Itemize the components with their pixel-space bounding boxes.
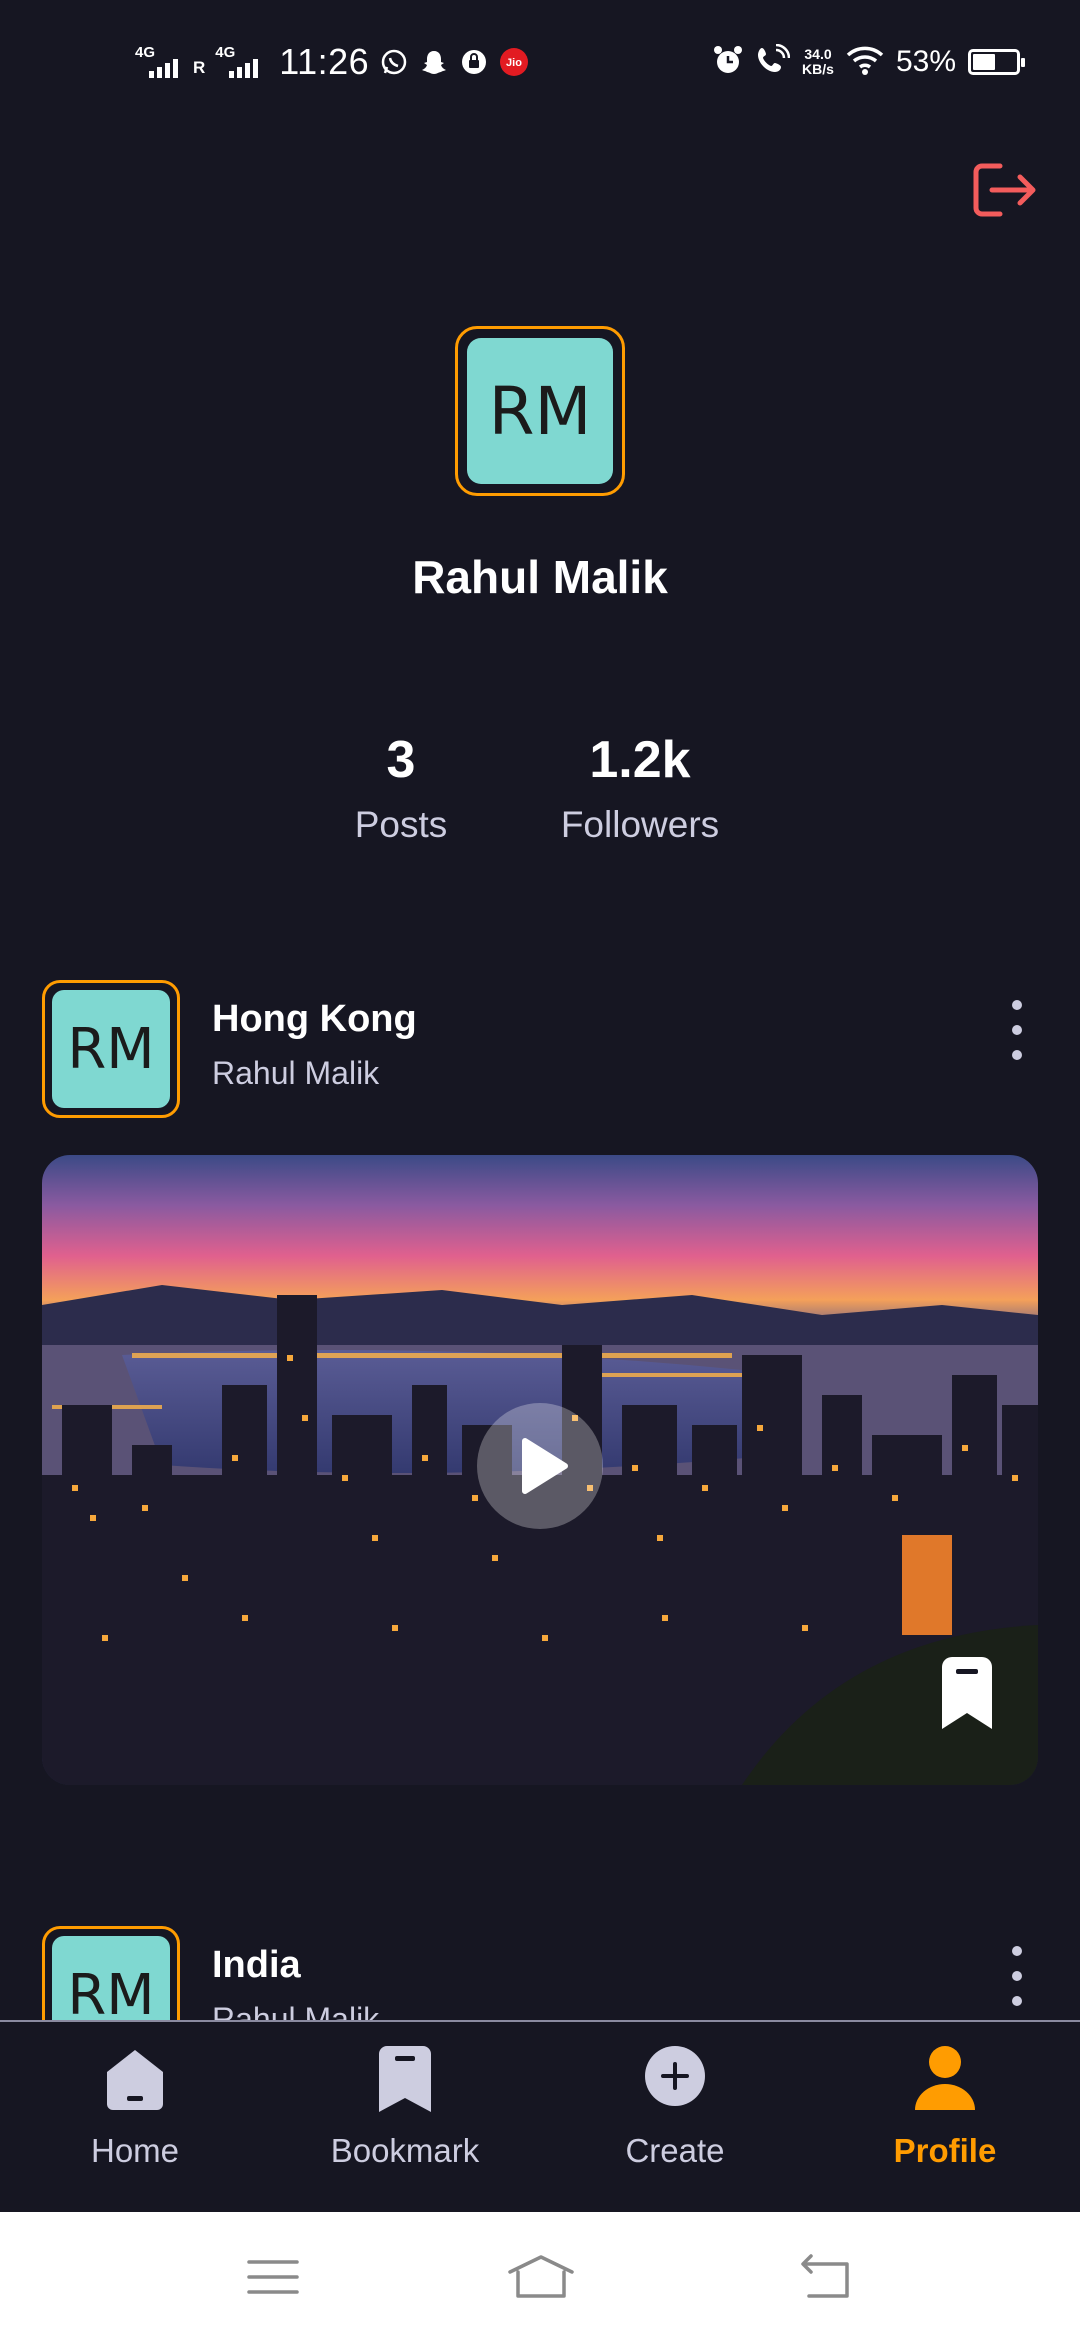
recent-apps-button[interactable] <box>243 2252 303 2302</box>
alarm-icon <box>712 44 744 81</box>
play-button[interactable] <box>477 1403 603 1529</box>
play-icon <box>522 1438 568 1494</box>
plus-icon <box>645 2046 705 2106</box>
more-dot-icon <box>1012 1050 1022 1060</box>
tab-profile-label: Profile <box>893 2132 997 2169</box>
more-dot-icon <box>1012 1946 1022 1956</box>
tab-home[interactable]: Home <box>0 2022 270 2214</box>
cellular-signal-2: 4G <box>215 44 263 80</box>
more-options-button[interactable] <box>1002 1000 1032 1060</box>
back-icon <box>801 2254 849 2298</box>
bottom-tab-bar: Home Bookmark Create Profile <box>0 2020 1080 2212</box>
speed-value: 34.0 <box>804 46 832 62</box>
tab-bookmark-label: Bookmark <box>330 2132 480 2169</box>
post-header: RM Hong Kong Rahul Malik <box>42 980 1042 1120</box>
followers-count: 1.2k <box>589 731 691 789</box>
more-dot-icon <box>1012 1971 1022 1981</box>
posts-stat: 3 Posts <box>281 730 521 846</box>
jio-label: Jio <box>506 57 522 69</box>
snapchat-icon <box>419 47 449 77</box>
tab-profile[interactable]: Profile <box>810 2022 1080 2214</box>
home-outline-icon <box>508 2255 574 2298</box>
battery-percent: 53% <box>895 45 956 78</box>
whatsapp-icon <box>379 47 409 77</box>
home-icon <box>107 2050 163 2110</box>
battery-icon <box>968 49 1025 75</box>
video-thumbnail[interactable] <box>42 1155 1038 1785</box>
bookmark-icon <box>379 2046 431 2112</box>
more-dot-icon <box>1012 1025 1022 1035</box>
tab-home-label: Home <box>90 2132 180 2169</box>
system-back-button[interactable] <box>795 2252 855 2302</box>
speed-unit: KB/s <box>802 61 834 77</box>
bookmark-post-button[interactable] <box>932 1655 1002 1735</box>
posts-label: Posts <box>354 804 448 845</box>
profile-avatar: RM <box>455 326 625 496</box>
status-bar: 4G R 4G 11:26 Jio 34.0 KB/s 53% <box>0 0 1080 120</box>
roaming-indicator: R <box>193 58 206 77</box>
followers-stat: 1.2k Followers <box>520 730 760 846</box>
more-dot-icon <box>1012 1000 1022 1010</box>
post-avatar: RM <box>42 980 180 1118</box>
profile-initials: RM <box>467 338 613 484</box>
more-dot-icon <box>1012 1996 1022 2006</box>
battery-fill <box>973 54 996 70</box>
tab-create-label: Create <box>625 2132 725 2169</box>
post-avatar-initials: RM <box>52 990 170 1108</box>
system-navigation-bar <box>0 2212 1080 2340</box>
profile-icon <box>915 2046 975 2110</box>
jio-icon: Jio <box>499 47 529 77</box>
followers-label: Followers <box>560 804 720 845</box>
post-title: India <box>212 1944 301 1986</box>
lock-app-icon <box>459 47 489 77</box>
post-author: Rahul Malik <box>212 1055 380 1091</box>
posts-count: 3 <box>386 731 416 789</box>
status-right: 34.0 KB/s 53% <box>712 38 1025 86</box>
post-title: Hong Kong <box>212 998 417 1040</box>
network-speed: 34.0 KB/s <box>802 47 834 77</box>
profile-name: Rahul Malik <box>412 551 668 603</box>
tab-bookmark[interactable]: Bookmark <box>270 2022 540 2214</box>
wifi-icon <box>846 45 884 80</box>
clock: 11:26 <box>279 41 370 82</box>
more-options-button[interactable] <box>1002 1946 1032 2006</box>
system-home-button[interactable] <box>506 2252 576 2302</box>
wifi-call-icon <box>756 43 791 81</box>
logout-icon <box>973 163 1036 217</box>
logout-button[interactable] <box>970 160 1040 220</box>
cellular-signal-1: 4G <box>135 44 183 80</box>
bookmark-icon <box>942 1657 992 1729</box>
status-left: 4G R 4G 11:26 Jio <box>135 38 529 86</box>
menu-icon <box>247 2260 299 2294</box>
tab-create[interactable]: Create <box>540 2022 810 2214</box>
